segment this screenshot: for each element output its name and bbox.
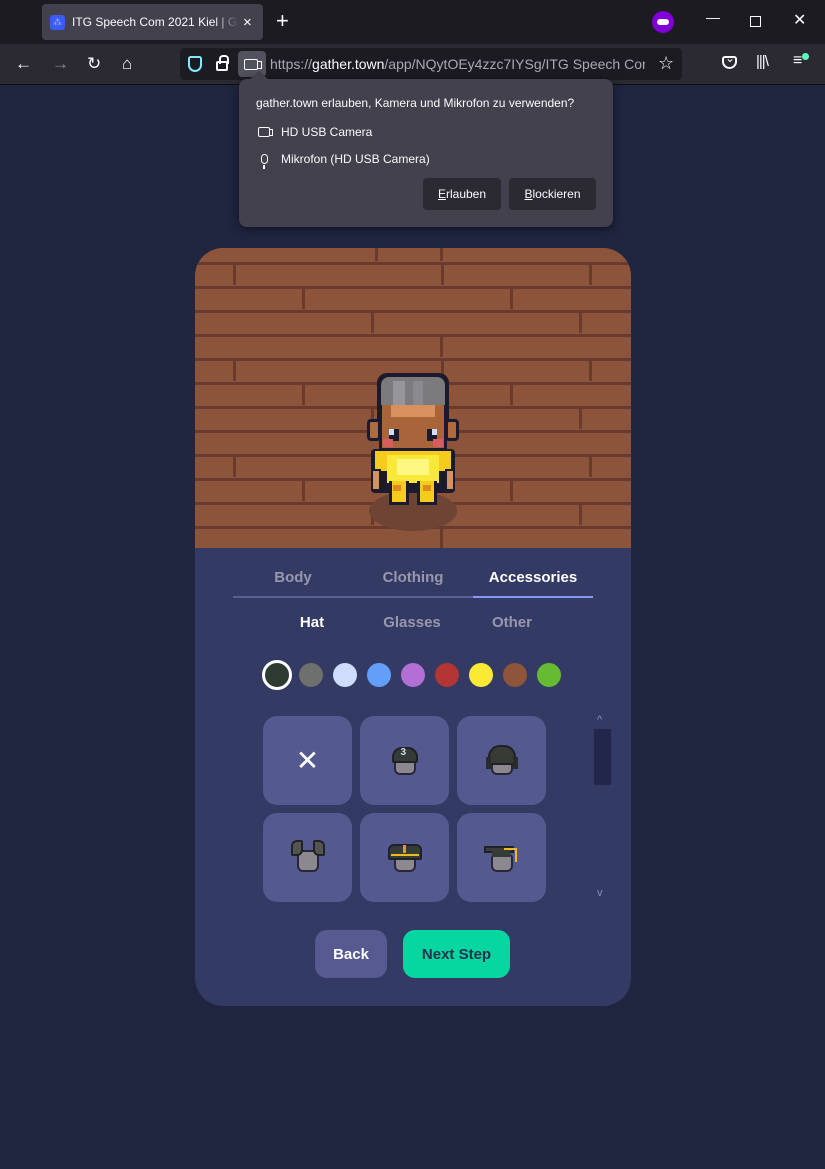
scroll-down-icon[interactable]: v [597,887,603,899]
color-swatch-light-blue[interactable] [333,663,357,687]
animal-ears-icon [290,839,326,876]
color-swatch-purple[interactable] [401,663,425,687]
gather-favicon-icon: ⁂ [50,14,65,30]
pocket-icon[interactable] [722,51,737,69]
minimize-button[interactable]: — [706,9,720,25]
close-window-button[interactable]: ✕ [793,10,806,30]
floor-plank-line [195,310,631,313]
floor-plank-seam [579,312,582,333]
subtab-hat[interactable]: Hat [262,614,362,631]
permission-mic-row: Mikrofon (HD USB Camera) [258,152,430,169]
microphone-device-label: Mikrofon (HD USB Camera) [281,152,430,166]
tab-accessories[interactable]: Accessories [473,558,593,598]
library-icon[interactable]: |||\ [756,53,769,70]
floor-plank-seam [233,360,236,381]
hat-item-none[interactable]: ✕ [263,716,352,805]
avatar-sprite [367,373,459,533]
hamburger-menu-icon[interactable]: ≡ [793,52,802,70]
camera-mic-permission-popup: gather.town erlauben, Kamera und Mikrofo… [239,79,613,227]
new-tab-button[interactable]: + [276,10,289,32]
camera-icon [244,59,262,70]
bookmark-star-icon[interactable]: ☆ [658,53,674,74]
captain-hat-icon [387,840,423,876]
floor-plank-seam [302,288,305,309]
tab-close-icon[interactable]: × [243,14,252,31]
color-swatch-brown[interactable] [503,663,527,687]
floor-plank-line [195,262,631,265]
floor-plank-seam [375,248,378,261]
next-step-button[interactable]: Next Step [403,930,510,978]
back-arrow-icon[interactable]: ← [15,54,32,74]
subtab-other[interactable]: Other [462,614,562,631]
tab-clothing[interactable]: Clothing [353,558,473,596]
allow-button[interactable]: Erlauben [423,178,501,210]
avatar-preview-scene [195,248,631,548]
browser-tab-bar: ⁂ ITG Speech Com 2021 Kiel | Gather × + … [0,0,825,44]
item-grid-scrollbar[interactable]: ^ v [594,714,611,904]
color-swatches [262,660,571,690]
back-button[interactable]: Back [315,930,387,978]
lock-icon[interactable] [216,55,229,71]
microphone-icon [261,154,268,169]
baseball-cap-icon: 3 [387,743,423,779]
hat-item-captain-hat[interactable] [360,813,449,902]
floor-plank-seam [510,480,513,501]
floor-plank-line [195,286,631,289]
beanie-headphones-icon [484,743,520,779]
browser-tab[interactable]: ⁂ ITG Speech Com 2021 Kiel | Gather × [42,4,263,40]
color-swatch-gray[interactable] [299,663,323,687]
tracking-protection-shield-icon[interactable] [188,56,202,72]
camera-icon [258,127,273,137]
color-swatch-blue[interactable] [367,663,391,687]
avatar-editor-card: Body Clothing Accessories Hat Glasses Ot… [195,248,631,1006]
accessory-sub-tabs: Hat Glasses Other [262,614,562,631]
none-x-icon: ✕ [295,744,320,776]
block-button[interactable]: Blockieren [509,178,596,210]
permission-prompt-title: gather.town erlauben, Kamera und Mikrofo… [256,96,575,110]
floor-plank-seam [233,264,236,285]
floor-plank-seam [302,384,305,405]
floor-plank-seam [589,360,592,381]
private-browsing-icon [652,11,674,33]
color-swatch-red[interactable] [435,663,459,687]
camera-device-label: HD USB Camera [281,125,373,139]
floor-plank-seam [579,504,582,525]
floor-plank-seam [510,384,513,405]
floor-plank-line [195,334,631,337]
tab-body[interactable]: Body [233,558,353,596]
floor-plank-seam [371,312,374,333]
home-icon[interactable]: ⌂ [122,54,132,74]
url-text[interactable]: https://gather.town/app/NQytOEy4zzc7IYSg… [270,56,645,72]
floor-plank-seam [441,264,444,285]
permission-camera-row: HD USB Camera [258,125,372,139]
hat-item-baseball-cap[interactable]: 3 [360,716,449,805]
color-swatch-green[interactable] [537,663,561,687]
floor-plank-seam [510,288,513,309]
graduation-cap-icon [483,840,520,876]
floor-plank-seam [579,408,582,429]
hat-item-grid: ✕ 3 [263,716,546,902]
update-badge [802,53,809,60]
floor-plank-seam [302,480,305,501]
scroll-up-icon[interactable]: ^ [597,714,602,726]
scroll-thumb[interactable] [594,729,611,785]
floor-plank-seam [589,456,592,477]
color-swatch-yellow[interactable] [469,663,493,687]
hat-item-animal-ears[interactable] [263,813,352,902]
maximize-button[interactable] [750,16,761,27]
tab-title: ITG Speech Com 2021 Kiel | Gather [72,15,239,29]
subtab-glasses[interactable]: Glasses [362,614,462,631]
category-tabs: Body Clothing Accessories [233,558,593,598]
floor-plank-seam [440,248,443,261]
floor-plank-seam [589,264,592,285]
hat-item-beanie-headphones[interactable] [457,716,546,805]
forward-arrow-icon[interactable]: → [52,54,69,74]
floor-plank-seam [233,456,236,477]
color-swatch-black[interactable] [262,660,292,690]
hat-item-graduation-cap[interactable] [457,813,546,902]
floor-plank-line [195,358,631,361]
floor-plank-seam [440,336,443,357]
reload-icon[interactable]: ↻ [87,54,101,74]
